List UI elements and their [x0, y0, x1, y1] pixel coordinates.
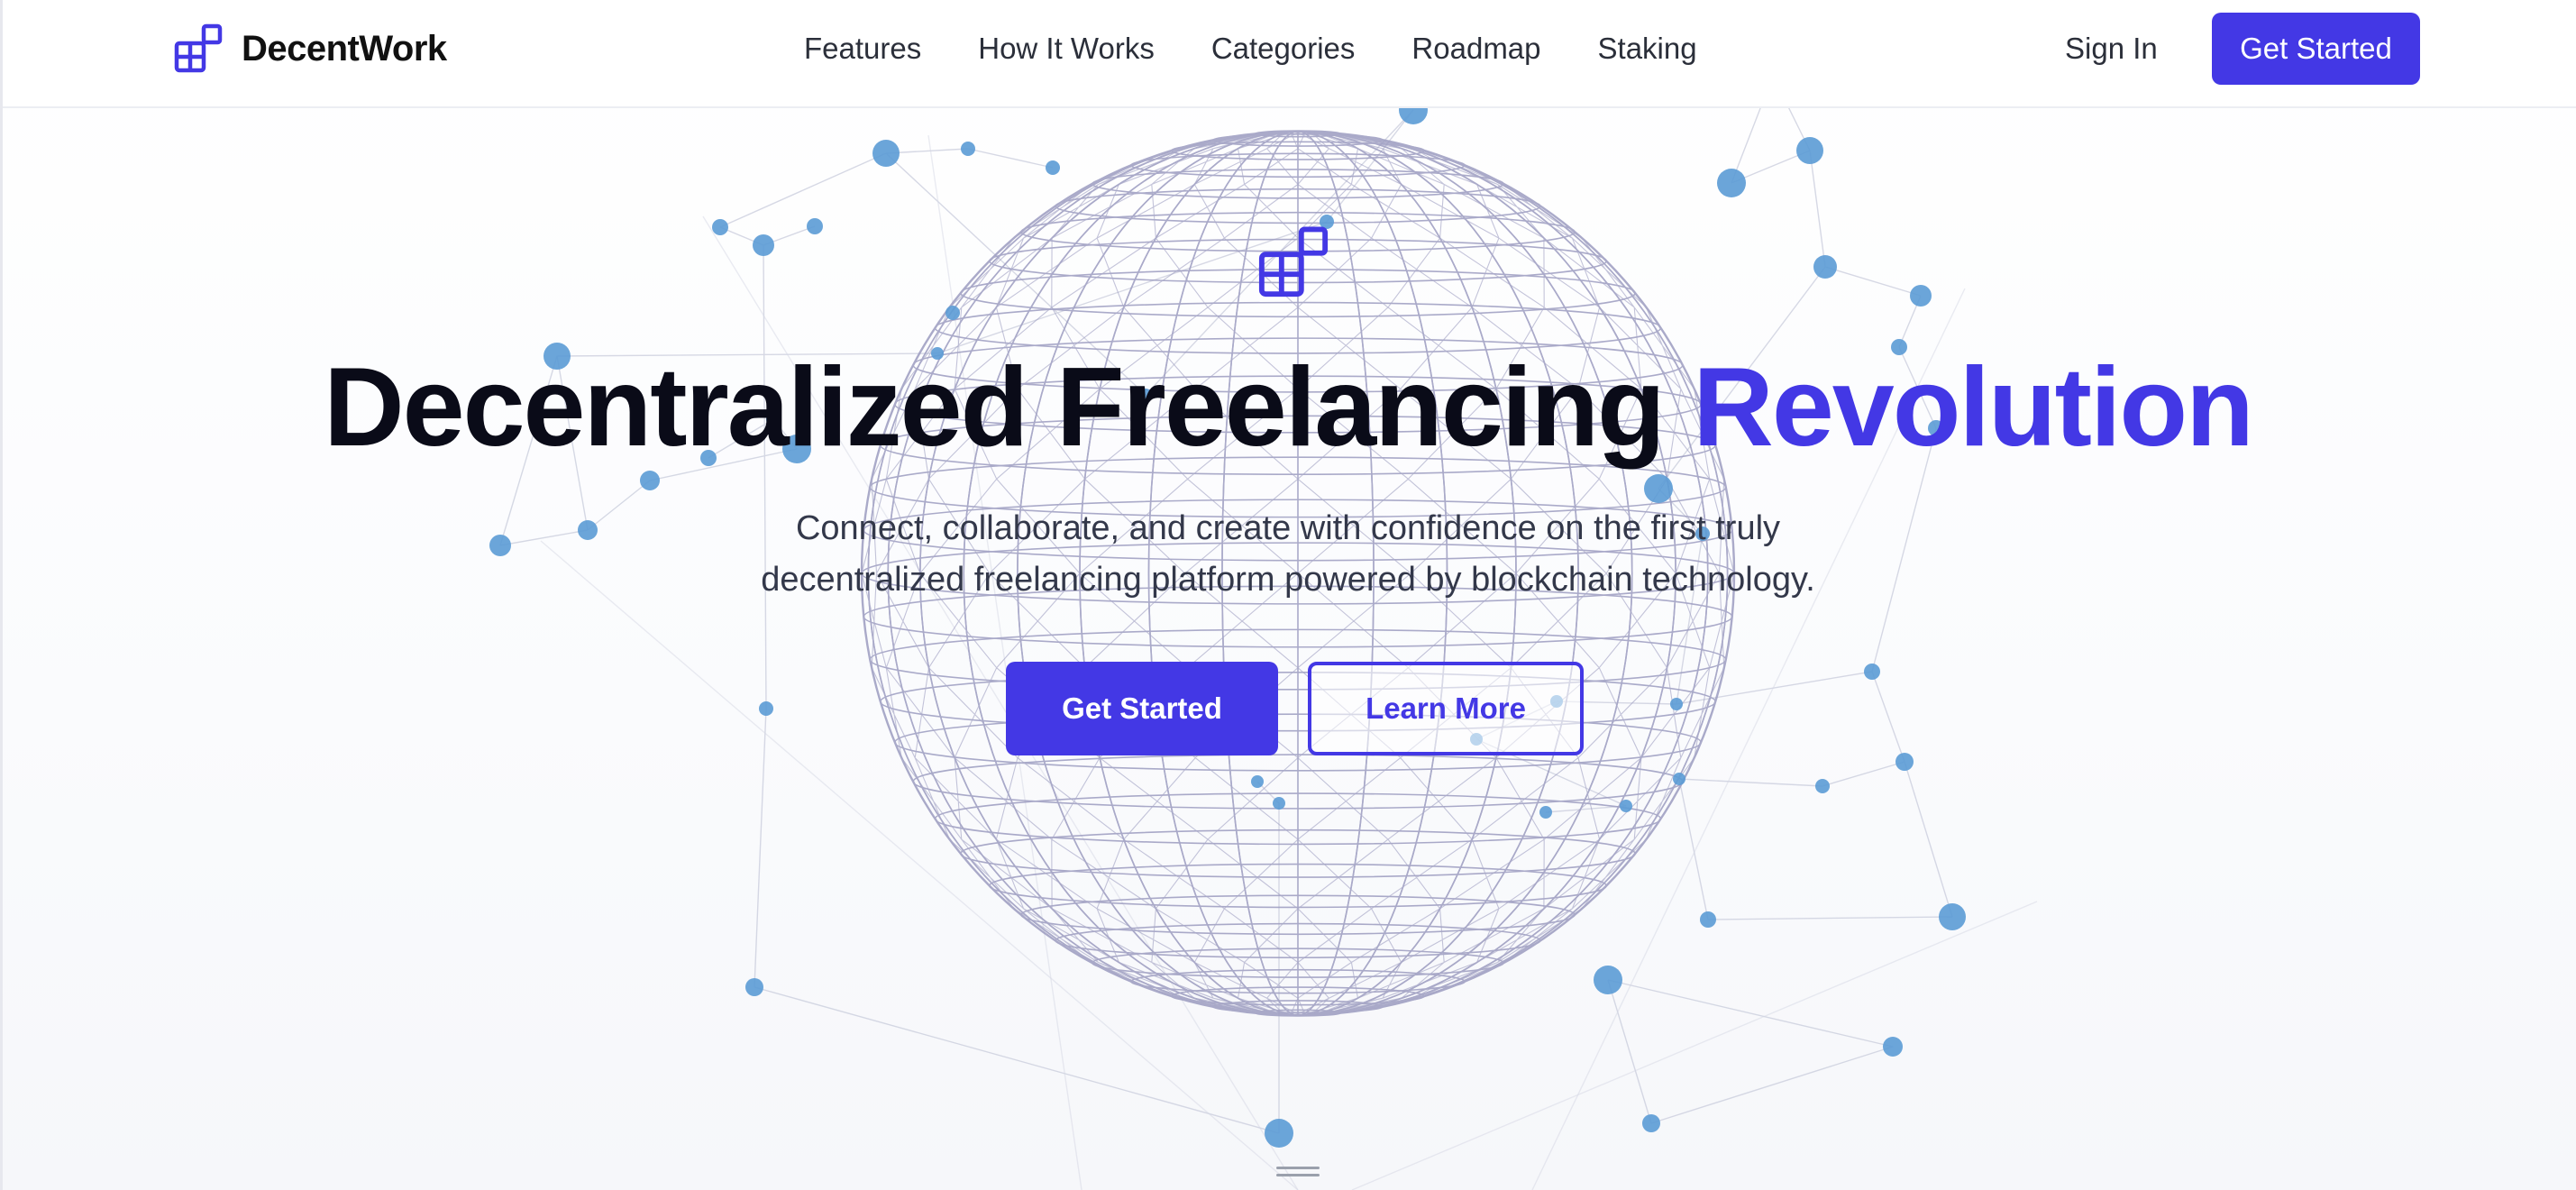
network-node — [1594, 966, 1622, 994]
nav-link-staking[interactable]: Staking — [1598, 31, 1697, 67]
network-node — [1046, 160, 1060, 175]
brand-name: DecentWork — [242, 28, 447, 69]
hero-title: Decentralized Freelancing Revolution — [0, 344, 2576, 471]
brand-logo-link[interactable]: DecentWork — [173, 23, 447, 74]
network-node — [1700, 911, 1716, 928]
network-node — [640, 471, 660, 490]
hero-get-started-button[interactable]: Get Started — [1006, 662, 1278, 755]
hero-learn-more-button[interactable]: Learn More — [1308, 662, 1584, 755]
network-node — [1644, 474, 1673, 503]
network-node — [872, 140, 900, 167]
network-node — [807, 218, 823, 234]
network-node — [1539, 806, 1552, 819]
nav-link-how-it-works[interactable]: How It Works — [978, 31, 1155, 67]
network-node — [489, 535, 511, 556]
network-node — [1864, 664, 1880, 680]
hero-subtitle-line-1: Connect, collaborate, and create with co… — [795, 509, 1781, 547]
window-edge — [0, 0, 3, 1190]
network-node — [1910, 285, 1932, 307]
network-node — [1939, 903, 1966, 930]
network-node — [1673, 773, 1685, 785]
network-node — [1251, 775, 1264, 788]
network-node — [1796, 137, 1823, 164]
nav-link-roadmap[interactable]: Roadmap — [1411, 31, 1540, 67]
hero-subtitle: Connect, collaborate, and create with co… — [702, 503, 1874, 606]
network-node — [1813, 255, 1837, 279]
nav-link-features[interactable]: Features — [804, 31, 921, 67]
network-node — [1620, 800, 1632, 812]
network-node — [1883, 1037, 1903, 1057]
top-navigation-bar: DecentWork Features How It Works Categor… — [0, 0, 2576, 108]
grid-blocks-logo-icon — [174, 23, 223, 73]
hero-subtitle-line-2: decentralized freelancing platform power… — [761, 561, 1815, 599]
network-node — [712, 219, 728, 235]
network-node — [1717, 169, 1746, 197]
main-nav: Features How It Works Categories Roadmap… — [804, 31, 1754, 67]
network-node — [578, 520, 598, 540]
hero-logo-icon — [1258, 226, 1329, 298]
network-node — [1815, 779, 1830, 793]
network-node — [745, 978, 763, 996]
nav-link-categories[interactable]: Categories — [1211, 31, 1356, 67]
network-node — [1273, 797, 1285, 810]
scroll-down-handle-icon[interactable] — [1276, 1167, 1320, 1179]
network-node — [1642, 1114, 1660, 1132]
network-node — [1265, 1119, 1293, 1148]
network-node — [759, 701, 773, 716]
hero-title-accent: Revolution — [1693, 345, 2254, 470]
network-node — [945, 306, 960, 320]
network-node — [961, 142, 975, 156]
network-node — [1895, 753, 1914, 771]
hero-title-main: Decentralized Freelancing — [324, 345, 1694, 470]
sign-in-link[interactable]: Sign In — [2065, 31, 2158, 67]
network-node — [1670, 698, 1683, 710]
network-node — [753, 234, 774, 256]
nav-get-started-button[interactable]: Get Started — [2212, 13, 2420, 85]
